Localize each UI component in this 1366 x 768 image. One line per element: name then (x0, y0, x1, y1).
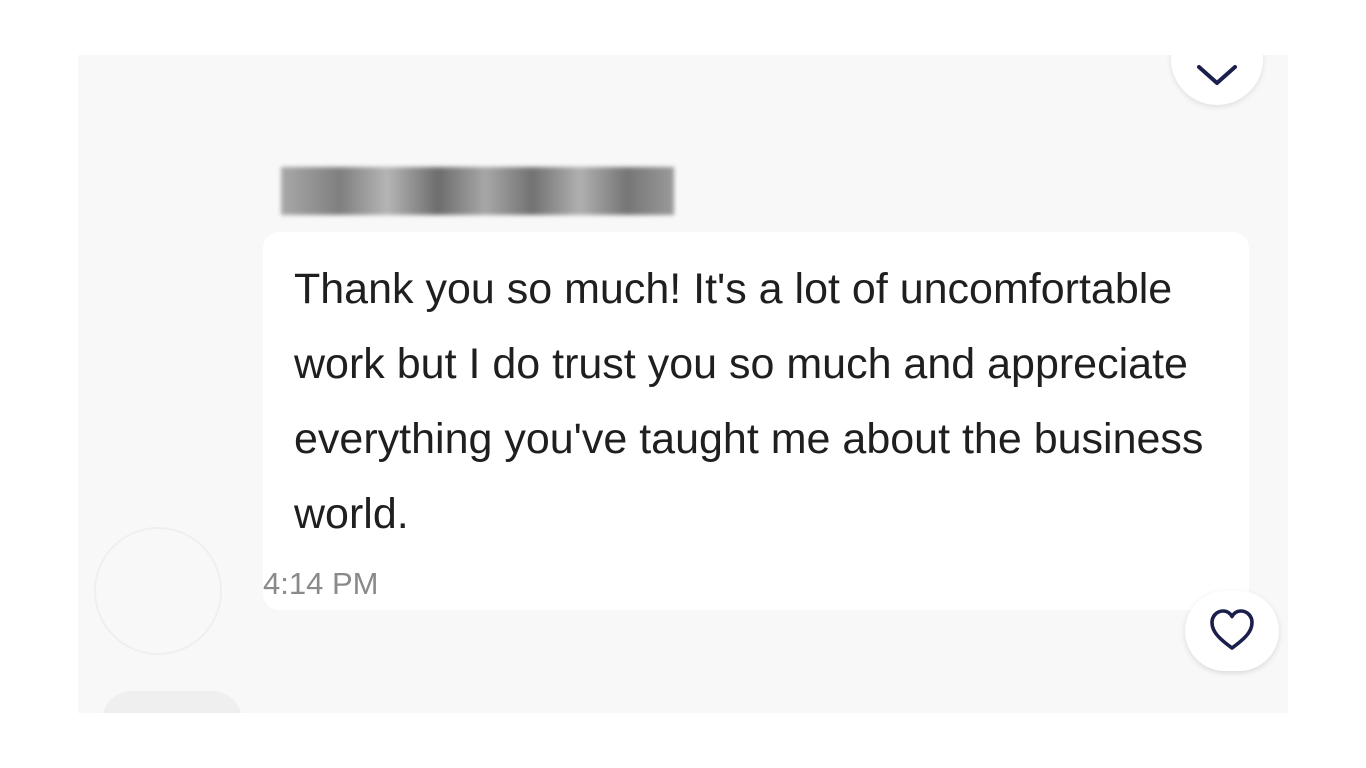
chat-panel: Thank you so much! It's a lot of uncomfo… (78, 55, 1288, 713)
sender-name-redacted (281, 167, 674, 215)
message-timestamp: 4:14 PM (263, 566, 379, 601)
avatar (94, 527, 222, 655)
chevron-down-icon (1197, 65, 1237, 85)
scroll-down-button[interactable] (1171, 55, 1263, 105)
like-button[interactable] (1185, 591, 1279, 671)
message-text: Thank you so much! It's a lot of uncomfo… (294, 265, 1204, 538)
message-bubble: Thank you so much! It's a lot of uncomfo… (263, 232, 1249, 610)
heart-outline-icon (1210, 609, 1254, 650)
next-message-placeholder (102, 691, 242, 713)
